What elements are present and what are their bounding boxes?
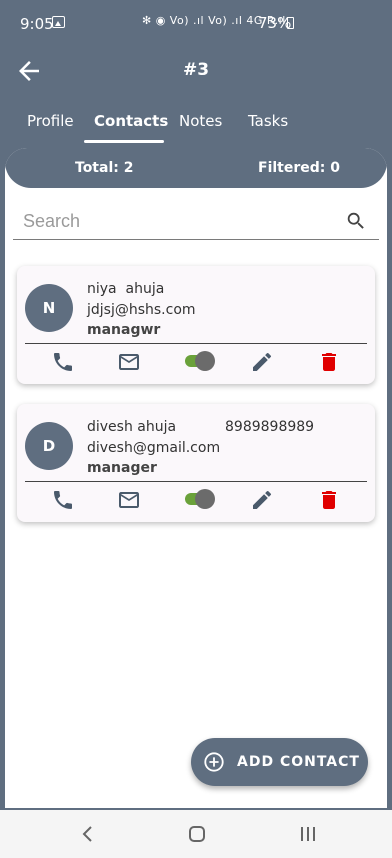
battery-icon	[287, 17, 294, 29]
total-count: Total: 2	[75, 160, 134, 176]
tab-bar: Profile Contacts Notes Tasks	[0, 102, 392, 146]
gallery-notification-icon	[52, 16, 65, 28]
edit-pencil-icon[interactable]	[250, 488, 274, 512]
search-input[interactable]	[23, 206, 323, 236]
system-nav-bar	[0, 810, 392, 858]
status-bar: 9:05 ✻ ◉ Vo) .ıl Vo) .ıl 4G R.ıl 73%	[0, 0, 392, 46]
tab-tasks[interactable]: Tasks	[248, 112, 288, 130]
status-time: 9:05	[20, 15, 54, 33]
contact-card[interactable]: D divesh ahuja 8989898989 divesh@gmail.c…	[17, 404, 375, 522]
add-contact-label: ADD CONTACT	[237, 754, 360, 770]
tab-notes[interactable]: Notes	[179, 112, 222, 130]
delete-trash-icon[interactable]	[317, 350, 341, 374]
tab-contacts[interactable]: Contacts	[94, 112, 168, 130]
contacts-summary: Total: 2 Filtered: 0	[5, 148, 387, 188]
nav-home-icon[interactable]	[187, 824, 207, 844]
toggle-thumb	[195, 351, 215, 371]
card-divider	[25, 343, 367, 344]
delete-trash-icon[interactable]	[317, 488, 341, 512]
add-contact-button[interactable]: ADD CONTACT	[191, 738, 368, 786]
contact-name: niya ahuja	[87, 281, 165, 297]
nav-recents-icon[interactable]	[298, 824, 318, 844]
contacts-panel: Total: 2 Filtered: 0 N niya ahuja jdjsj@…	[5, 148, 387, 808]
edit-pencil-icon[interactable]	[250, 350, 274, 374]
filtered-count: Filtered: 0	[258, 160, 340, 176]
contact-email: jdjsj@hshs.com	[87, 302, 196, 318]
phone-icon[interactable]	[51, 350, 75, 374]
contact-role: managwr	[87, 322, 161, 338]
email-icon[interactable]	[117, 350, 141, 374]
page-title: #3	[182, 60, 210, 80]
active-tab-indicator	[84, 140, 164, 143]
contact-role: manager	[87, 460, 157, 476]
app-bar: #3	[0, 46, 392, 102]
active-toggle[interactable]	[185, 489, 215, 509]
contact-card[interactable]: N niya ahuja jdjsj@hshs.com managwr	[17, 266, 375, 384]
card-divider	[25, 481, 367, 482]
contact-email: divesh@gmail.com	[87, 440, 221, 456]
toggle-thumb	[195, 489, 215, 509]
contact-name: divesh ahuja	[87, 419, 177, 435]
search-bar	[13, 204, 379, 240]
avatar: N	[25, 284, 73, 332]
active-toggle[interactable]	[185, 351, 215, 371]
tab-profile[interactable]: Profile	[27, 112, 74, 130]
phone-icon[interactable]	[51, 488, 75, 512]
add-circle-icon	[204, 752, 224, 772]
email-icon[interactable]	[117, 488, 141, 512]
avatar: D	[25, 422, 73, 470]
contact-phone: 8989898989	[225, 419, 315, 435]
nav-back-icon[interactable]	[78, 824, 98, 844]
search-icon[interactable]	[345, 210, 367, 232]
